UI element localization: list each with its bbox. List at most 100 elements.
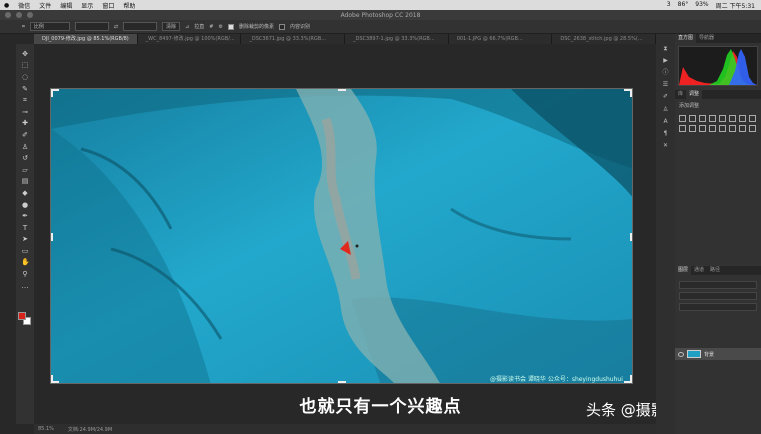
move-tool-icon[interactable]: ✥ — [21, 50, 29, 58]
delete-cropped-checkbox[interactable] — [227, 23, 234, 30]
tab-document[interactable]: _WC_8497-修改.jpg @ 100%(RGB/... — [137, 34, 242, 44]
crop-handle-top[interactable] — [338, 89, 346, 97]
invert-icon[interactable] — [709, 125, 716, 132]
actions-icon[interactable]: ▶ — [662, 57, 669, 64]
lasso-tool-icon[interactable]: ◌ — [21, 73, 29, 81]
blur-tool-icon[interactable]: ◆ — [21, 189, 29, 197]
menu-item[interactable]: 帮助 — [123, 1, 135, 10]
tab-adjustments[interactable]: 调整 — [686, 90, 703, 99]
tab-document[interactable]: DSC_2638_stitch.jpg @ 28.5%(... — [552, 34, 657, 44]
layer-row[interactable]: 背景 — [675, 348, 761, 360]
crop-handle-bottom[interactable] — [338, 375, 346, 383]
vibrance-icon[interactable] — [719, 115, 726, 122]
hand-tool-icon[interactable]: ✋ — [21, 258, 30, 266]
straighten-icon[interactable]: ⊿ — [185, 24, 189, 30]
eraser-tool-icon[interactable]: ▱ — [21, 166, 29, 174]
history-brush-tool-icon[interactable]: ↺ — [21, 154, 29, 162]
path-select-tool-icon[interactable]: ➤ — [21, 235, 29, 243]
straighten-label[interactable]: 拉直 — [194, 23, 204, 30]
lock-options[interactable] — [679, 303, 757, 311]
photo-filter-icon[interactable] — [679, 125, 686, 132]
adjustments-title: 添加调整 — [679, 103, 700, 109]
clone-source-icon[interactable]: ♙ — [662, 106, 669, 113]
black-white-icon[interactable] — [749, 115, 756, 122]
battery-status[interactable]: 93% — [695, 1, 708, 10]
paragraph-icon[interactable]: ¶ — [662, 130, 669, 137]
color-balance-icon[interactable] — [739, 115, 746, 122]
foreground-color-swatch[interactable] — [18, 312, 26, 320]
crop-handle-top-right[interactable] — [624, 89, 632, 97]
layer-name[interactable]: 背景 — [704, 351, 714, 358]
crop-tool-icon[interactable]: ⌗ — [22, 24, 25, 30]
history-icon[interactable]: ⧗ — [662, 45, 669, 52]
pen-tool-icon[interactable]: ✒ — [21, 212, 29, 220]
character-icon[interactable]: A — [662, 118, 669, 125]
crop-handle-bottom-left[interactable] — [51, 375, 59, 383]
posterize-icon[interactable] — [719, 125, 726, 132]
hue-saturation-icon[interactable] — [729, 115, 736, 122]
content-aware-checkbox[interactable] — [278, 23, 285, 30]
shape-tool-icon[interactable]: ▭ — [21, 247, 29, 255]
crop-handle-bottom-right[interactable] — [624, 375, 632, 383]
menu-item[interactable]: 微信 — [18, 1, 30, 10]
tool-presets-icon[interactable]: ✕ — [662, 142, 669, 149]
apple-icon[interactable]: ● — [4, 2, 9, 9]
ratio-select[interactable]: 比例 — [29, 22, 70, 31]
quick-select-tool-icon[interactable]: ✎ — [21, 85, 29, 93]
eyedropper-tool-icon[interactable]: ⊸ — [21, 108, 29, 116]
tab-document[interactable]: DJI_0079-修改.jpg @ 85.1%(RGB/8) — [34, 34, 138, 44]
tab-document[interactable]: 001-1.JPG @ 66.7%(RGB... — [448, 34, 553, 44]
selective-color-icon[interactable] — [739, 125, 746, 132]
height-field[interactable] — [123, 22, 158, 31]
menu-item[interactable]: 文件 — [39, 1, 51, 10]
tab-libraries[interactable]: 库 — [675, 90, 686, 99]
dodge-tool-icon[interactable]: ● — [21, 201, 29, 209]
info-icon[interactable]: ⓘ — [662, 69, 669, 76]
crop-handle-top-left[interactable] — [51, 89, 59, 97]
brightness-icon[interactable] — [679, 115, 686, 122]
clear-button[interactable]: 清除 — [162, 22, 181, 31]
aerial-photo[interactable] — [50, 88, 633, 384]
threshold-icon[interactable] — [729, 125, 736, 132]
menu-item[interactable]: 显示 — [81, 1, 93, 10]
tab-paths[interactable]: 路径 — [707, 266, 723, 275]
status-item[interactable]: 3 — [667, 1, 671, 10]
layer-filter-select[interactable] — [679, 281, 757, 289]
menu-item[interactable]: 编辑 — [60, 1, 72, 10]
swap-icon[interactable]: ⇄ — [114, 24, 118, 30]
healing-brush-tool-icon[interactable]: ✚ — [21, 119, 29, 127]
tab-navigator[interactable]: 导航器 — [696, 34, 717, 43]
curves-icon[interactable] — [699, 115, 706, 122]
more-tools-icon[interactable]: … — [21, 282, 29, 290]
clock[interactable]: 周二 下午5:31 — [716, 1, 755, 10]
exposure-icon[interactable] — [709, 115, 716, 122]
zoom-tool-icon[interactable]: ⚲ — [21, 270, 29, 278]
status-item[interactable]: 86° — [678, 1, 689, 10]
blend-mode-select[interactable] — [679, 292, 757, 300]
gradient-tool-icon[interactable]: ▤ — [21, 177, 29, 185]
crop-handle-right[interactable] — [624, 233, 632, 241]
marquee-tool-icon[interactable]: ⬚ — [21, 61, 29, 69]
zoom-level[interactable]: 85.1% — [38, 426, 54, 432]
properties-icon[interactable]: ☰ — [662, 81, 669, 88]
overlay-grid-icon[interactable]: # — [209, 24, 213, 30]
brush-tool-icon[interactable]: ✐ — [21, 131, 29, 139]
width-field[interactable] — [74, 22, 109, 31]
tab-document[interactable]: _DSC3897-1.jpg @ 33.3%(RGB... — [345, 34, 449, 44]
tab-document[interactable]: _DSC3671.jpg @ 33.3%(RGB... — [241, 34, 346, 44]
levels-icon[interactable] — [689, 115, 696, 122]
brush-settings-icon[interactable]: ✐ — [662, 93, 669, 100]
type-tool-icon[interactable]: T — [21, 224, 29, 232]
settings-gear-icon[interactable]: ⚙ — [218, 24, 222, 30]
tab-channels[interactable]: 通道 — [691, 266, 707, 275]
crop-tool-icon[interactable]: ⌗ — [21, 96, 29, 104]
tab-layers[interactable]: 图层 — [675, 266, 692, 275]
menu-item[interactable]: 窗口 — [102, 1, 114, 10]
gradient-map-icon[interactable] — [749, 125, 756, 132]
tab-histogram[interactable]: 直方图 — [675, 34, 697, 43]
stamp-tool-icon[interactable]: ♙ — [21, 143, 29, 151]
channel-mixer-icon[interactable] — [689, 125, 696, 132]
eye-icon[interactable] — [678, 351, 684, 357]
crop-handle-left[interactable] — [51, 233, 59, 241]
color-lookup-icon[interactable] — [699, 125, 706, 132]
